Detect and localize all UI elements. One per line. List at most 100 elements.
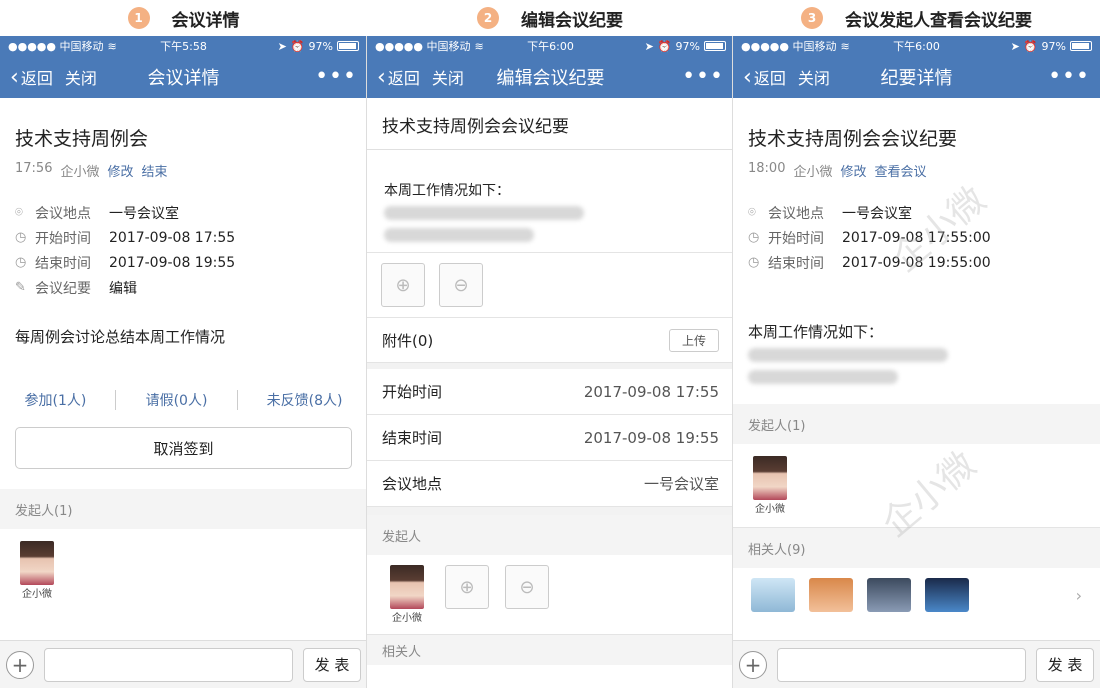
caption-3: 3 会议发起人查看会议纪要 [733,0,1100,36]
carrier-text: ●●●●● 中国移动 [375,40,471,53]
start-time-row: ◷ 开始时间 2017-09-08 17:55:00 [733,225,1100,250]
more-menu-button[interactable]: ••• [980,66,1090,88]
status-bar: ●●●●● 中国移动 ≋ 下午6:00 ➤ ⏰ 97% [367,36,734,56]
end-link[interactable]: 结束 [142,161,168,180]
chevron-right-icon[interactable]: › [1076,586,1082,605]
organizer-item[interactable]: 企小微 [385,565,429,624]
chevron-left-icon: ‹ [10,65,19,90]
comment-input[interactable] [777,647,1026,682]
step-badge: 1 [127,7,150,29]
clock-text: 下午6:00 [527,40,574,53]
edit-minutes-link[interactable]: 编辑 [109,278,137,298]
related-avatar[interactable] [867,578,911,612]
close-button[interactable]: 关闭 [65,65,97,89]
meta-user: 企小微 [60,165,100,180]
back-button[interactable]: ‹ 返回 [377,65,420,89]
location-pin-icon: ⌾ [748,205,756,220]
organizer-item[interactable]: 企小微 [748,456,792,515]
organizer-list: 企小微 [0,529,367,612]
status-bar: ●●●●● 中国移动 ≋ 下午6:00 ➤ ⏰ 97% [733,36,1100,56]
send-button[interactable]: 发 表 [303,647,361,682]
chevron-left-icon: ‹ [743,65,752,90]
image-row: ⊕ ⊖ [367,253,734,317]
upload-button[interactable]: 上传 [668,328,719,352]
start-time-row[interactable]: 开始时间 2017-09-08 17:55 [367,369,734,415]
leave-tab[interactable]: 请假(0人) [146,390,208,410]
end-time-row: ◷ 结束时间 2017-09-08 19:55:00 [733,250,1100,275]
caption-text: 会议详情 [171,10,240,31]
organizer-header: 发起人 [367,515,734,555]
plus-icon[interactable]: + [739,650,767,679]
row-label: 开始时间 [382,383,443,401]
send-button[interactable]: 发 表 [1036,647,1094,682]
row-label: 结束时间 [382,429,443,447]
nav-title: 会议详情 [147,68,220,89]
more-menu-button[interactable]: ••• [247,66,357,88]
related-list[interactable]: › [733,568,1100,622]
remove-image-icon[interactable]: ⊖ [439,263,483,307]
back-button[interactable]: ‹ 返回 [10,65,53,89]
clock-icon: ◷ [748,230,760,245]
minutes-title-input[interactable]: 技术支持周例会会议纪要 [367,98,734,150]
related-avatar[interactable] [751,578,795,612]
meta-time: 17:56 [15,161,53,176]
alarm-icon: ⏰ [290,39,305,53]
wifi-icon: ≋ [474,39,484,53]
add-person-icon[interactable]: ⊕ [445,565,489,609]
modify-link[interactable]: 修改 [840,161,866,180]
back-button[interactable]: ‹ 返回 [743,65,786,89]
close-button[interactable]: 关闭 [432,65,464,89]
caption-1: 1 会议详情 [0,0,367,36]
attachment-row: 附件(0) 上传 [367,317,734,363]
body-heading: 本周工作情况如下： [384,183,510,199]
row-value: 2017-09-08 19:55 [583,428,719,447]
plus-icon[interactable]: + [6,650,34,679]
avatar [20,541,54,585]
location-row[interactable]: 会议地点 一号会议室 [367,461,734,507]
step-badge: 2 [477,7,499,29]
modify-link[interactable]: 修改 [107,161,133,180]
view-meeting-link[interactable]: 查看会议 [875,161,927,180]
organizer-item[interactable]: 企小微 [15,541,59,600]
caption-2: 2 编辑会议纪要 [367,0,733,36]
row-label: 开始时间 [35,230,91,247]
more-menu-button[interactable]: ••• [614,66,724,88]
row-value: 一号会议室 [109,205,179,222]
cancel-checkin-button[interactable]: 取消签到 [15,427,352,469]
comment-input[interactable] [44,647,293,682]
minutes-meta: 18:00 企小微 修改 查看会议 [733,161,1100,180]
pencil-icon: ✎ [15,280,26,295]
step-badge: 3 [801,7,823,29]
clock-icon: ◷ [15,255,27,270]
blurred-text [748,370,898,384]
carrier-text: ●●●●● 中国移动 [8,40,104,53]
minutes-body-editor[interactable]: 本周工作情况如下： [367,150,734,252]
remove-person-icon[interactable]: ⊖ [505,565,549,609]
minutes-body: 本周工作情况如下： [733,321,1100,384]
attend-tab[interactable]: 参加(1人) [25,390,87,410]
related-avatar[interactable] [925,578,969,612]
close-button[interactable]: 关闭 [798,65,830,89]
no-response-tab[interactable]: 未反馈(8人) [267,390,343,410]
blurred-text [384,206,584,220]
carrier-text: ●●●●● 中国移动 [741,40,837,53]
location-icon: ➤ [277,39,287,53]
battery-text: 97% [1041,39,1066,53]
clock-text: 下午5:58 [160,40,207,53]
location-icon: ➤ [1010,39,1020,53]
row-label: 结束时间 [768,255,824,272]
separator [115,390,117,410]
clock-icon: ◷ [15,230,27,245]
back-label: 返回 [753,69,786,88]
body-heading: 本周工作情况如下： [748,323,884,341]
row-label: 会议地点 [768,205,824,222]
clock-text: 下午6:00 [893,40,940,53]
battery-text: 97% [308,39,333,53]
add-image-icon[interactable]: ⊕ [381,263,425,307]
end-time-row[interactable]: 结束时间 2017-09-08 19:55 [367,415,734,461]
related-avatar[interactable] [809,578,853,612]
start-time-row: ◷ 开始时间 2017-09-08 17:55 [0,225,367,250]
row-value: 2017-09-08 17:55 [109,229,236,246]
battery-icon [703,41,726,51]
battery-icon [1069,41,1092,51]
